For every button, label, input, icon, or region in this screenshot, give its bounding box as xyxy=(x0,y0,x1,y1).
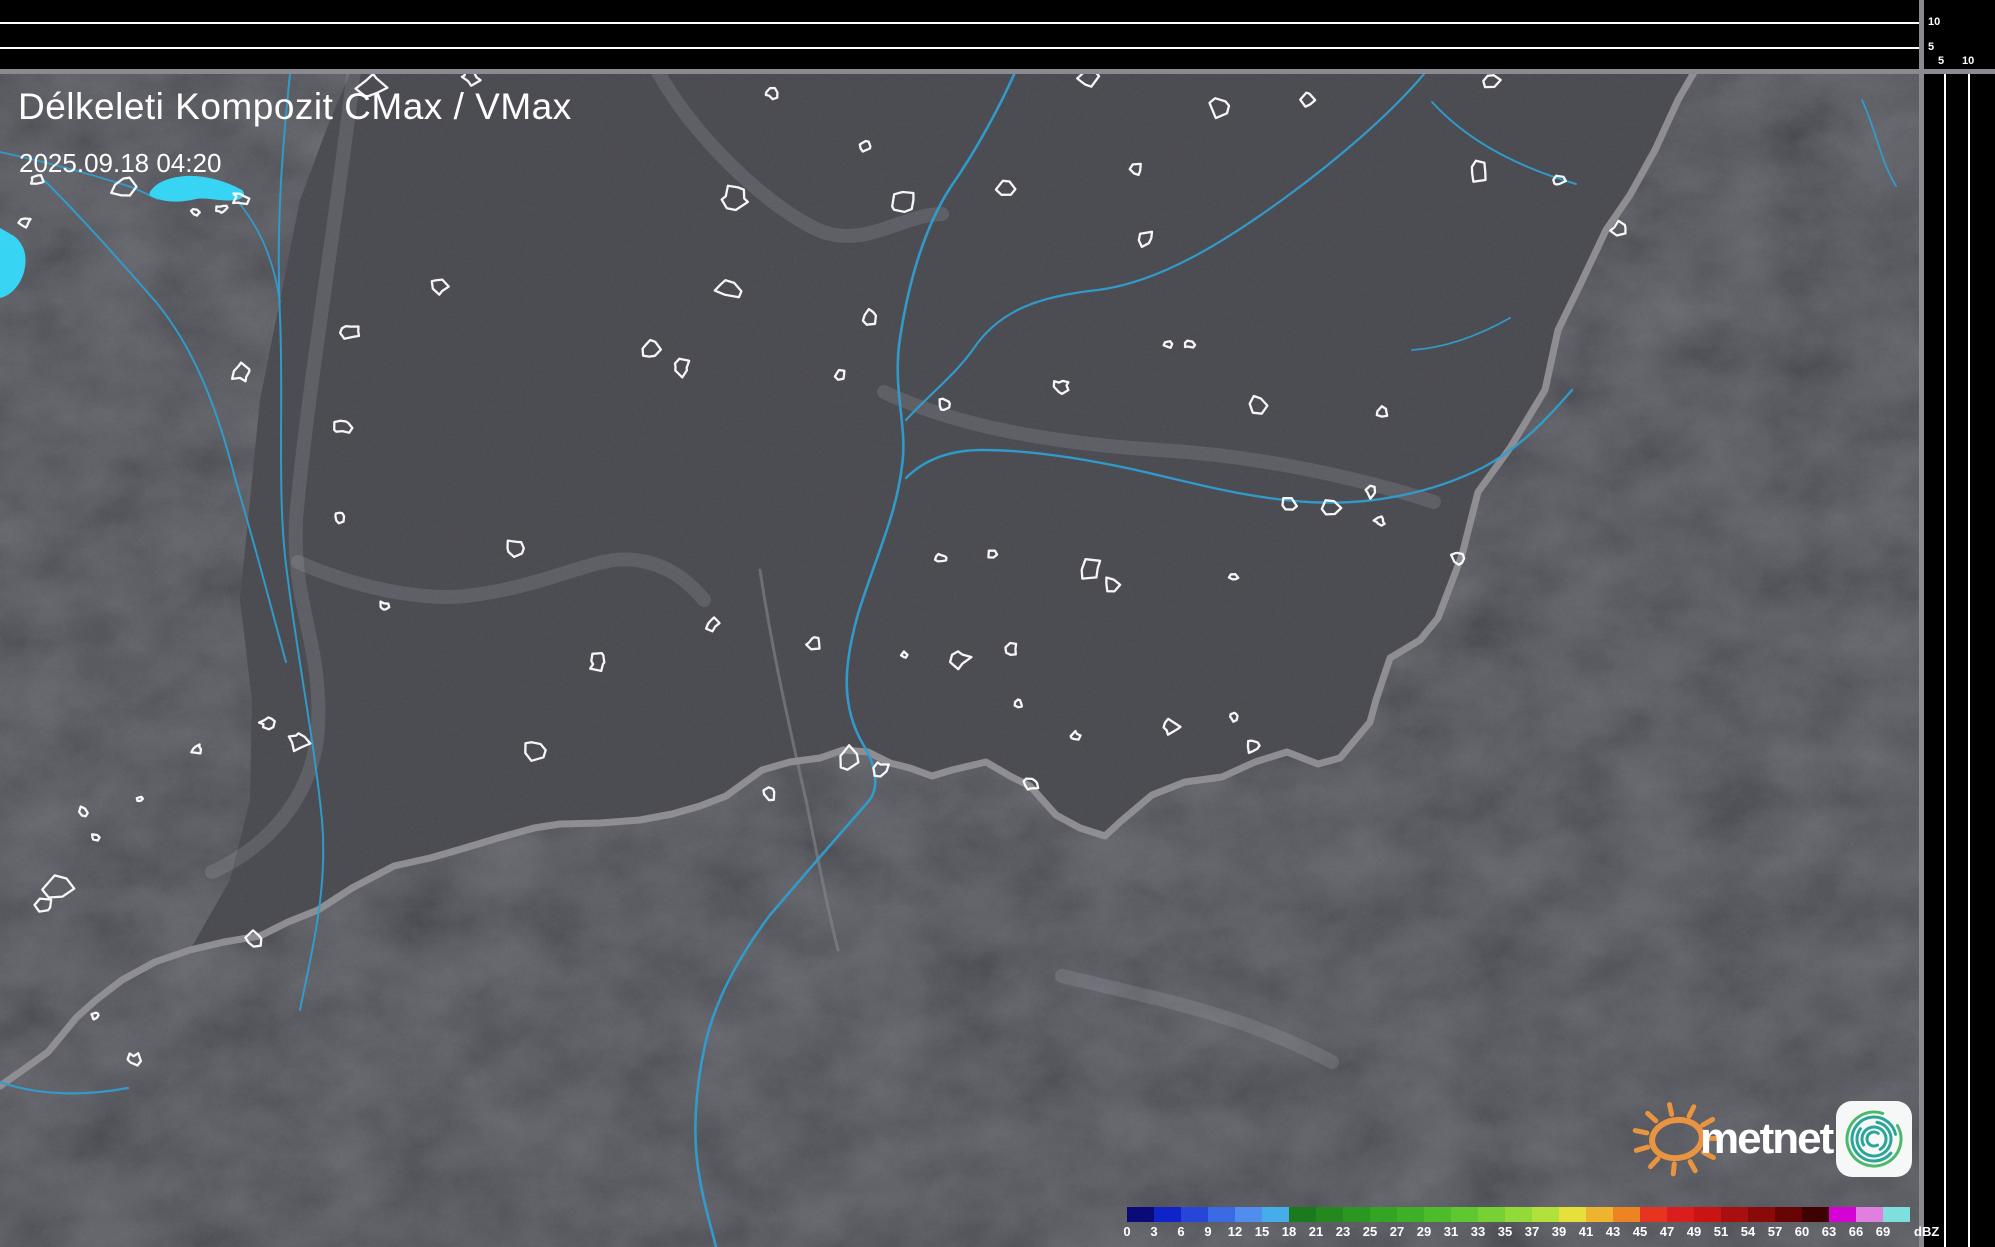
legend-tick-label: 37 xyxy=(1518,1224,1546,1239)
radar-map-viewer: 105 510 Délkeleti Kompozit CMax / VMax 2… xyxy=(0,0,1995,1247)
legend-cell xyxy=(1640,1207,1667,1222)
legend-tick-label: 49 xyxy=(1680,1224,1708,1239)
sun-ray xyxy=(1673,1164,1674,1174)
legend-cell xyxy=(1154,1207,1181,1222)
legend-cell xyxy=(1883,1207,1910,1222)
map-right-border xyxy=(1919,0,1924,1247)
sun-ray xyxy=(1636,1147,1647,1150)
legend-cell xyxy=(1370,1207,1397,1222)
legend-unit-label: dBZ xyxy=(1914,1224,1939,1239)
legend-tick-label: 66 xyxy=(1842,1224,1870,1239)
page-title: Délkeleti Kompozit CMax / VMax xyxy=(18,86,572,128)
legend-tick-label: 31 xyxy=(1437,1224,1465,1239)
legend-tick-label: 27 xyxy=(1383,1224,1411,1239)
legend-cell xyxy=(1856,1207,1883,1222)
right-scale-gridline-5 xyxy=(1944,73,1946,1247)
legend-tick-label: 54 xyxy=(1734,1224,1762,1239)
legend-cell xyxy=(1532,1207,1559,1222)
legend-tick-label: 18 xyxy=(1275,1224,1303,1239)
legend-tick-label: 21 xyxy=(1302,1224,1330,1239)
legend-tick-label: 12 xyxy=(1221,1224,1249,1239)
reflectivity-legend: 0369121518212325272931333537394143454749… xyxy=(1127,1207,1957,1243)
legend-tick-label: 45 xyxy=(1626,1224,1654,1239)
legend-tick-label: 69 xyxy=(1869,1224,1897,1239)
legend-tick-label: 0 xyxy=(1113,1224,1141,1239)
legend-tick-label: 3 xyxy=(1140,1224,1168,1239)
right-scale-gridline-10 xyxy=(1968,73,1970,1247)
sun-ray xyxy=(1635,1131,1647,1133)
legend-cell xyxy=(1208,1207,1235,1222)
legend-cell xyxy=(1748,1207,1775,1222)
map-top-border xyxy=(0,69,1995,74)
legend-color-bar xyxy=(1127,1207,1910,1222)
legend-cell xyxy=(1397,1207,1424,1222)
top-height-scale-panel xyxy=(0,0,1995,69)
legend-cell xyxy=(1775,1207,1802,1222)
legend-tick-label: 6 xyxy=(1167,1224,1195,1239)
legend-tick-label: 41 xyxy=(1572,1224,1600,1239)
legend-tick-label: 60 xyxy=(1788,1224,1816,1239)
right-scale-tick-label: 5 xyxy=(1938,56,1944,67)
legend-cell xyxy=(1127,1207,1154,1222)
top-scale-gridline-5 xyxy=(0,47,1919,49)
legend-cell xyxy=(1829,1207,1856,1222)
legend-tick-label: 39 xyxy=(1545,1224,1573,1239)
top-scale-tick-label: 5 xyxy=(1928,42,1934,53)
legend-tick-label: 47 xyxy=(1653,1224,1681,1239)
legend-tick-label: 29 xyxy=(1410,1224,1438,1239)
legend-cell xyxy=(1802,1207,1829,1222)
legend-cell xyxy=(1559,1207,1586,1222)
legend-cell xyxy=(1667,1207,1694,1222)
legend-cell xyxy=(1424,1207,1451,1222)
legend-cell xyxy=(1181,1207,1208,1222)
legend-tick-label: 63 xyxy=(1815,1224,1843,1239)
legend-cell xyxy=(1262,1207,1289,1222)
right-height-scale-panel xyxy=(1924,0,1995,1247)
legend-tick-label: 43 xyxy=(1599,1224,1627,1239)
legend-cell xyxy=(1289,1207,1316,1222)
legend-tick-label: 25 xyxy=(1356,1224,1384,1239)
legend-cell xyxy=(1694,1207,1721,1222)
sun-ray xyxy=(1690,1162,1695,1171)
legend-tick-label: 35 xyxy=(1491,1224,1519,1239)
legend-cell xyxy=(1478,1207,1505,1222)
right-scale-tick-label: 10 xyxy=(1962,56,1974,67)
metnet-wordmark: metnet xyxy=(1700,1114,1832,1164)
legend-cell xyxy=(1316,1207,1343,1222)
legend-cell xyxy=(1721,1207,1748,1222)
sun-ray xyxy=(1651,1159,1658,1167)
legend-tick-label: 15 xyxy=(1248,1224,1276,1239)
top-scale-tick-label: 10 xyxy=(1928,17,1940,28)
legend-tick-label: 51 xyxy=(1707,1224,1735,1239)
legend-tick-label: 23 xyxy=(1329,1224,1357,1239)
legend-cell xyxy=(1505,1207,1532,1222)
hungaromet-spiral-icon xyxy=(1836,1101,1912,1177)
top-scale-gridline-10 xyxy=(0,22,1919,24)
legend-cell xyxy=(1343,1207,1370,1222)
map-canvas xyxy=(0,0,1995,1247)
sun-ray xyxy=(1689,1107,1694,1116)
legend-tick-label: 57 xyxy=(1761,1224,1789,1239)
legend-cell xyxy=(1586,1207,1613,1222)
sun-ray xyxy=(1670,1105,1672,1115)
timestamp: 2025.09.18 04:20 xyxy=(19,148,221,179)
legend-tick-label: 9 xyxy=(1194,1224,1222,1239)
legend-cell xyxy=(1451,1207,1478,1222)
legend-cell xyxy=(1613,1207,1640,1222)
sun-ray xyxy=(1648,1113,1656,1120)
map-grain xyxy=(0,69,1919,1247)
legend-cell xyxy=(1235,1207,1262,1222)
legend-tick-label: 33 xyxy=(1464,1224,1492,1239)
